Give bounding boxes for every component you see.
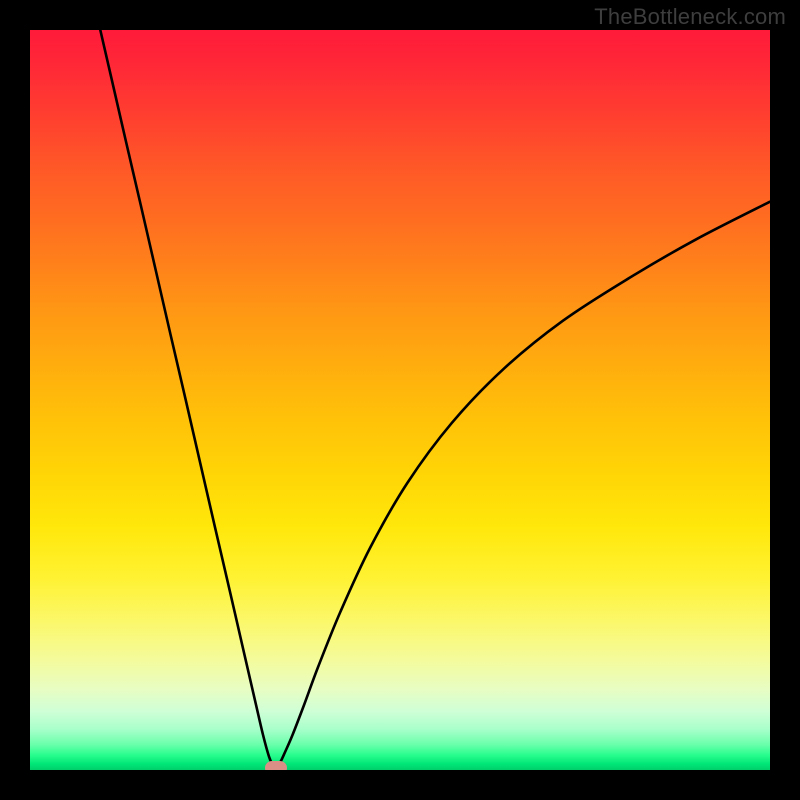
- curve-svg: [30, 30, 770, 770]
- plot-area: [30, 30, 770, 770]
- watermark-text: TheBottleneck.com: [594, 4, 786, 30]
- optimal-marker-icon: [265, 761, 287, 770]
- bottleneck-curve: [100, 30, 770, 769]
- chart-frame: TheBottleneck.com: [0, 0, 800, 800]
